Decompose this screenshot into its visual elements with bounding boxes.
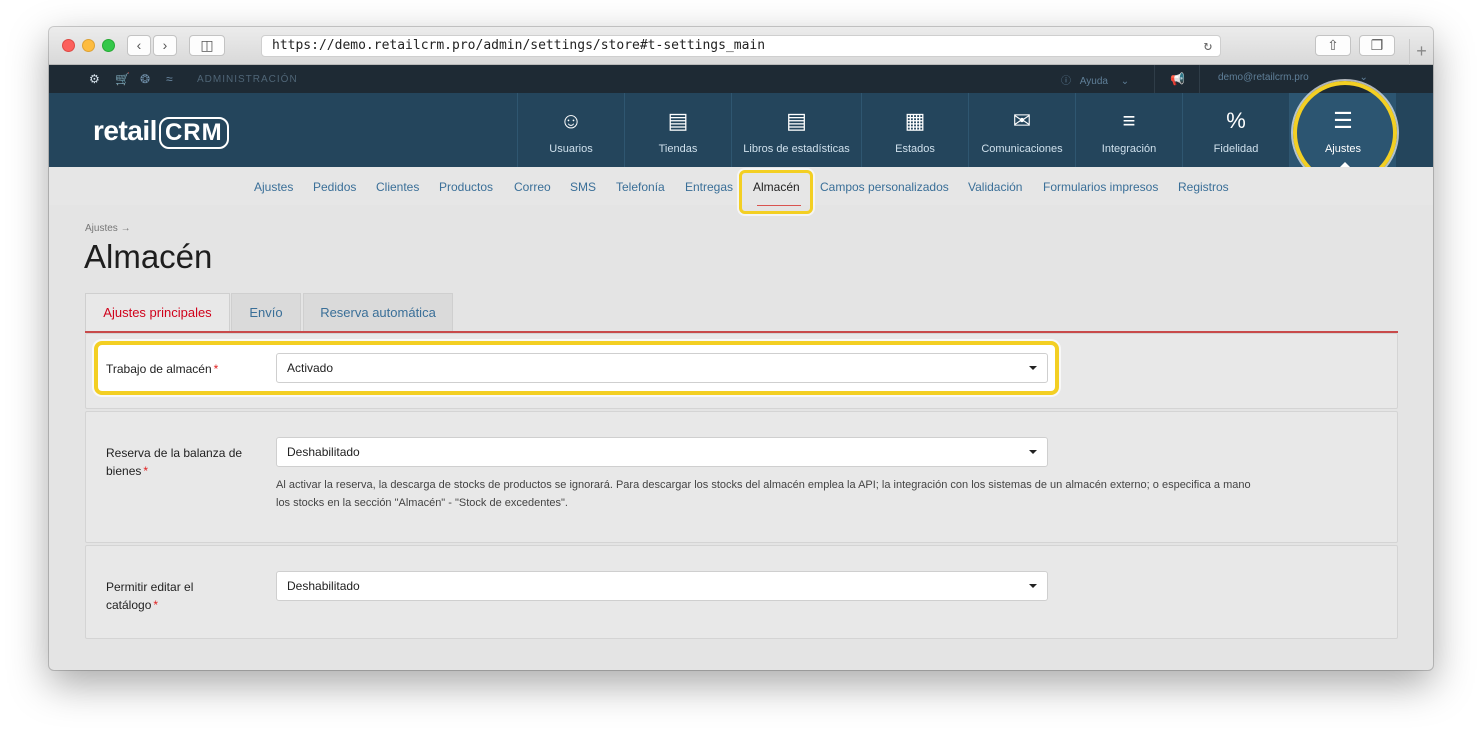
zoom-window-button[interactable]: [102, 39, 115, 52]
caret-down-icon: [1029, 366, 1037, 370]
panel-edit-catalog: Permitir editar el catálogo * Deshabilita…: [85, 545, 1398, 639]
selected-value: Deshabilitado: [287, 445, 360, 459]
module-label: Tiendas: [658, 143, 698, 155]
module-label: Comunicaciones: [981, 143, 1063, 155]
retailcrm-logo[interactable]: retail CRM: [93, 115, 229, 149]
warehouse-work-label: Trabajo de almacén *: [106, 360, 256, 378]
chevron-down-icon: ⌄: [1120, 76, 1130, 87]
tabs-icon: ❐: [1370, 37, 1384, 53]
subnav-telefonia[interactable]: Telefonía: [616, 180, 665, 194]
module-books[interactable]: ▤ Libros de estadísticas: [731, 93, 861, 167]
chart-icon[interactable]: ≈: [166, 72, 173, 86]
help-link[interactable]: ⓘ Ayuda ⌄: [1061, 72, 1129, 87]
sidebar-toggle-button[interactable]: ◫: [189, 35, 225, 56]
warehouse-work-highlight-box: Trabajo de almacén * Activado: [94, 341, 1059, 395]
module-integration[interactable]: ≡ Integración: [1075, 93, 1182, 167]
support-icon[interactable]: ❂: [140, 72, 150, 86]
cart-icon[interactable]: 🛒: [115, 72, 130, 86]
help-label: Ayuda: [1079, 76, 1108, 87]
message-icon: ✉: [1012, 108, 1032, 133]
subnav-productos[interactable]: Productos: [439, 180, 493, 194]
required-marker: *: [143, 464, 149, 478]
subnav-entregas[interactable]: Entregas: [685, 180, 733, 194]
required-marker: *: [213, 362, 219, 376]
caret-down-icon: [1029, 584, 1037, 588]
reload-icon[interactable]: ↻: [1204, 36, 1212, 56]
required-marker: *: [153, 598, 159, 612]
question-icon: ⓘ: [1061, 76, 1071, 87]
page-title: Almacén: [84, 238, 213, 275]
caret-down-icon: [1029, 450, 1037, 454]
tabs-overview-button[interactable]: ❐: [1359, 35, 1395, 56]
chevron-right-icon: ›: [162, 37, 168, 53]
divider: [1199, 65, 1200, 93]
subnav-registros[interactable]: Registros: [1178, 180, 1229, 194]
module-label: Libros de estadísticas: [743, 143, 850, 155]
warehouse-work-select[interactable]: Activado: [276, 353, 1048, 383]
share-button[interactable]: ⇧: [1315, 35, 1351, 56]
module-label: Usuarios: [549, 143, 593, 155]
minimize-window-button[interactable]: [82, 39, 95, 52]
reserve-balance-label: Reserva de la balanza de bienes *: [106, 444, 256, 480]
label-text: Reserva de la balanza de bienes: [106, 446, 243, 478]
subnav-correo[interactable]: Correo: [514, 180, 551, 194]
browser-window: ‹ › ◫ https://demo.retailcrm.pro/admin/s…: [49, 27, 1433, 670]
admin-section-label: ADMINISTRACIÓN: [197, 74, 298, 85]
divider: [1154, 65, 1155, 93]
subnav-campos-personalizados[interactable]: Campos personalizados: [820, 180, 949, 194]
share-icon: ⇧: [1327, 37, 1339, 53]
module-users[interactable]: ☺ Usuarios: [517, 93, 624, 167]
almacen-highlight-box: [739, 170, 813, 214]
close-window-button[interactable]: [62, 39, 75, 52]
main-header: retail CRM ☺ Usuarios ▤ Tiendas ▤ Libros …: [49, 93, 1433, 167]
browser-toolbar: ‹ › ◫ https://demo.retailcrm.pro/admin/s…: [49, 27, 1433, 65]
tab-envio[interactable]: Envío: [231, 293, 301, 332]
back-button[interactable]: ‹: [127, 35, 151, 56]
module-loyalty[interactable]: % Fidelidad: [1182, 93, 1289, 167]
module-statuses[interactable]: ▦ Estados: [861, 93, 968, 167]
chevron-left-icon: ‹: [136, 37, 142, 53]
forward-button[interactable]: ›: [153, 35, 177, 56]
address-bar[interactable]: https://demo.retailcrm.pro/admin/setting…: [261, 35, 1221, 57]
admin-bar: ⚙ 🛒 ❂ ≈ ADMINISTRACIÓN ⓘ Ayuda ⌄ 📢 demo@…: [49, 65, 1433, 93]
module-communications[interactable]: ✉ Comunicaciones: [968, 93, 1075, 167]
book-icon: ▤: [786, 108, 807, 133]
url-text: https://demo.retailcrm.pro/admin/setting…: [272, 38, 766, 53]
integration-icon: ≡: [1122, 108, 1136, 133]
logo-prefix: retail: [93, 115, 157, 146]
subnav-ajustes[interactable]: Ajustes: [254, 180, 293, 194]
subnav-sms[interactable]: SMS: [570, 180, 596, 194]
edit-catalog-label: Permitir editar el catálogo *: [106, 578, 226, 614]
tab-reserva-automatica[interactable]: Reserva automática: [303, 293, 453, 332]
label-text: Permitir editar el catálogo: [106, 580, 194, 612]
subnav-pedidos[interactable]: Pedidos: [313, 180, 356, 194]
panel-reserve-balance: Reserva de la balanza de bienes * Deshabi…: [85, 411, 1398, 543]
subnav-formularios-impresos[interactable]: Formularios impresos: [1043, 180, 1158, 194]
subnav-validacion[interactable]: Validación: [968, 180, 1022, 194]
shop-icon: ▤: [667, 108, 689, 133]
module-label: Fidelidad: [1213, 143, 1259, 155]
logo-suffix: CRM: [158, 117, 229, 149]
percent-icon: %: [1226, 108, 1246, 133]
user-icon: ☺: [559, 108, 583, 133]
chevron-down-icon: ⌄: [1359, 72, 1368, 83]
selected-value: Activado: [287, 361, 334, 375]
label-text: Trabajo de almacén: [106, 362, 212, 376]
reserve-balance-hint: Al activar la reserva, la descarga de st…: [276, 479, 1251, 509]
reserve-balance-select[interactable]: Deshabilitado: [276, 437, 1048, 467]
module-label: Estados: [895, 143, 935, 155]
grid-icon: ▦: [904, 108, 926, 133]
module-shops[interactable]: ▤ Tiendas: [624, 93, 731, 167]
module-label: Integración: [1101, 143, 1157, 155]
gear-icon[interactable]: ⚙: [89, 72, 100, 86]
breadcrumb[interactable]: Ajustes →: [85, 223, 131, 234]
megaphone-icon[interactable]: 📢: [1170, 72, 1185, 86]
selected-value: Deshabilitado: [287, 579, 360, 593]
new-tab-button[interactable]: +: [1409, 39, 1433, 65]
edit-catalog-select[interactable]: Deshabilitado: [276, 571, 1048, 601]
subnav-clientes[interactable]: Clientes: [376, 180, 419, 194]
sidebar-icon: ◫: [200, 37, 214, 53]
tab-ajustes-principales[interactable]: Ajustes principales: [85, 293, 230, 333]
user-email: demo@retailcrm.pro: [1218, 72, 1309, 83]
